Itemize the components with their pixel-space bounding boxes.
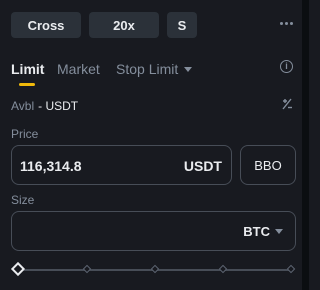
ellipsis-horizontal-icon[interactable] [280,18,296,28]
size-label: Size [11,193,35,207]
scrollbar[interactable] [302,0,309,290]
chevron-down-icon [275,229,283,234]
slider-mark-50[interactable] [150,264,160,274]
available-balance: Avbl - USDT [11,99,78,113]
size-input[interactable]: BTC [11,211,296,251]
tab-market-label: Market [57,61,100,77]
margin-mode-button[interactable]: Cross [11,12,81,38]
leverage-label: 20x [113,17,135,33]
leverage-button[interactable]: 20x [89,12,159,38]
available-balance-value: - USDT [38,99,79,113]
info-circle-icon[interactable]: i [280,60,293,73]
tab-limit-label: Limit [11,61,45,77]
tab-limit[interactable]: Limit [11,61,44,77]
tab-stop-limit-label: Stop Limit [116,61,179,77]
margin-mode-label: Cross [27,17,65,33]
price-unit: USDT [183,158,222,174]
slider-mark-25[interactable] [82,264,92,274]
bbo-button[interactable]: BBO [240,145,296,185]
chevron-down-icon [184,67,193,72]
available-balance-label: Avbl [11,99,35,113]
slider-mark-100[interactable] [286,264,296,274]
size-unit-select[interactable]: BTC [243,224,283,239]
tab-market[interactable]: Market [57,61,100,77]
position-mode-label: S [177,17,187,33]
price-input[interactable]: 116,314.8 USDT [11,145,232,185]
order-form-panel: Cross 20x S Limit Market Stop Limit i Av… [0,0,302,290]
size-unit-label: BTC [243,224,270,239]
slider-thumb[interactable] [10,261,26,277]
active-tab-indicator [19,83,35,86]
price-label: Price [11,127,39,141]
slider-mark-75[interactable] [218,264,228,274]
transfer-icon[interactable] [280,97,294,111]
tab-stop-limit[interactable]: Stop Limit [116,61,193,77]
position-mode-button[interactable]: S [167,12,197,38]
bbo-label: BBO [254,157,282,173]
size-percent-slider[interactable] [10,261,296,277]
price-value: 116,314.8 [20,158,82,174]
